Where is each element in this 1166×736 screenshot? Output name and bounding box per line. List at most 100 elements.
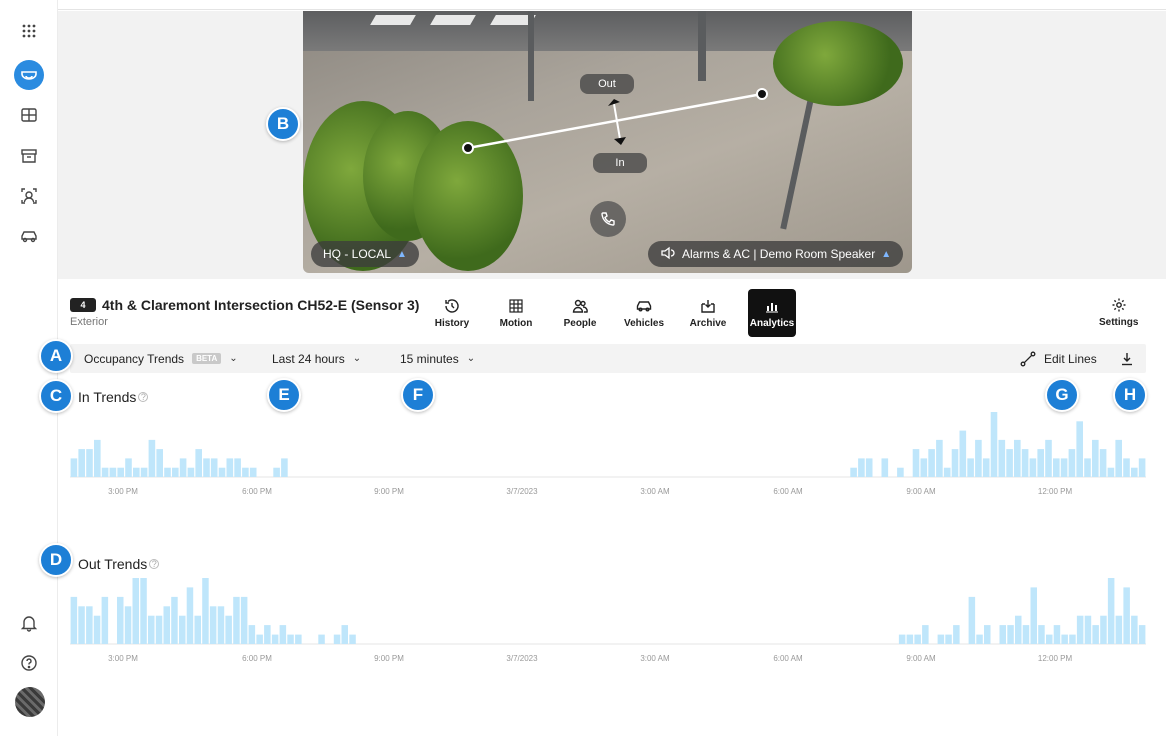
bar[interactable]: [937, 634, 945, 644]
bar[interactable]: [249, 467, 257, 477]
bar[interactable]: [897, 467, 904, 477]
bar[interactable]: [248, 625, 256, 644]
bar[interactable]: [256, 634, 263, 644]
bar[interactable]: [86, 606, 93, 644]
bar[interactable]: [1038, 625, 1045, 644]
bar[interactable]: [967, 458, 974, 477]
bar[interactable]: [1046, 634, 1053, 644]
bar[interactable]: [959, 430, 967, 477]
bar[interactable]: [93, 615, 101, 644]
bar[interactable]: [1084, 615, 1092, 644]
bar[interactable]: [163, 606, 171, 644]
bar[interactable]: [998, 439, 1006, 477]
bar[interactable]: [70, 458, 78, 477]
bar[interactable]: [218, 467, 226, 477]
bar[interactable]: [86, 449, 93, 477]
bar[interactable]: [148, 615, 155, 644]
bar[interactable]: [1022, 625, 1030, 644]
bar[interactable]: [1045, 439, 1052, 477]
bar[interactable]: [124, 606, 132, 644]
bar[interactable]: [132, 578, 140, 644]
bar[interactable]: [156, 449, 163, 477]
bar[interactable]: [264, 625, 271, 644]
bar[interactable]: [1007, 625, 1014, 644]
bar[interactable]: [225, 615, 232, 644]
bar[interactable]: [1084, 458, 1091, 477]
bar[interactable]: [1123, 458, 1130, 477]
bar[interactable]: [951, 449, 959, 477]
bar[interactable]: [982, 458, 990, 477]
bar[interactable]: [318, 634, 325, 644]
bar[interactable]: [865, 458, 873, 477]
bar[interactable]: [1138, 458, 1146, 477]
bar[interactable]: [209, 606, 217, 644]
bar[interactable]: [1100, 615, 1107, 644]
bar[interactable]: [898, 634, 906, 644]
bar[interactable]: [968, 596, 976, 644]
bar[interactable]: [1030, 587, 1038, 644]
bar[interactable]: [133, 467, 140, 477]
bar[interactable]: [273, 467, 280, 477]
bar[interactable]: [125, 458, 132, 477]
bar[interactable]: [171, 596, 178, 644]
bar[interactable]: [999, 625, 1007, 644]
bar[interactable]: [914, 634, 921, 644]
bar[interactable]: [936, 439, 943, 477]
bar[interactable]: [78, 449, 85, 477]
bar[interactable]: [1115, 439, 1122, 477]
bar[interactable]: [1115, 615, 1123, 644]
bar[interactable]: [1029, 458, 1037, 477]
bar[interactable]: [984, 625, 991, 644]
bar[interactable]: [203, 458, 210, 477]
bar[interactable]: [281, 458, 288, 477]
bar[interactable]: [279, 625, 287, 644]
bar[interactable]: [234, 458, 241, 477]
bar[interactable]: [1060, 458, 1068, 477]
bar[interactable]: [195, 449, 202, 477]
bar[interactable]: [1099, 449, 1107, 477]
bar[interactable]: [217, 606, 225, 644]
bar[interactable]: [179, 615, 186, 644]
bar[interactable]: [240, 596, 248, 644]
bar[interactable]: [140, 467, 148, 477]
bar[interactable]: [194, 615, 202, 644]
bar[interactable]: [70, 596, 78, 644]
bar[interactable]: [976, 634, 983, 644]
bar[interactable]: [233, 596, 240, 644]
bar[interactable]: [1123, 587, 1130, 644]
bar[interactable]: [1021, 449, 1029, 477]
bar[interactable]: [953, 625, 960, 644]
bar[interactable]: [1107, 578, 1115, 644]
bar[interactable]: [271, 634, 279, 644]
bar[interactable]: [172, 467, 179, 477]
bar[interactable]: [850, 467, 857, 477]
bar[interactable]: [179, 458, 187, 477]
bar[interactable]: [349, 634, 356, 644]
bar[interactable]: [210, 458, 218, 477]
bar[interactable]: [858, 458, 865, 477]
bar[interactable]: [78, 606, 85, 644]
bar[interactable]: [117, 467, 124, 477]
bar[interactable]: [1061, 634, 1068, 644]
bar[interactable]: [1092, 439, 1099, 477]
bar[interactable]: [1107, 467, 1115, 477]
bar[interactable]: [187, 467, 195, 477]
bar[interactable]: [1076, 421, 1083, 477]
bar[interactable]: [226, 458, 234, 477]
bar[interactable]: [912, 449, 920, 477]
bar[interactable]: [242, 467, 249, 477]
bar[interactable]: [164, 467, 171, 477]
bar[interactable]: [295, 634, 302, 644]
bar[interactable]: [1092, 625, 1099, 644]
bar[interactable]: [1037, 449, 1044, 477]
bar[interactable]: [975, 439, 982, 477]
bar[interactable]: [155, 615, 163, 644]
bar[interactable]: [928, 449, 935, 477]
bar[interactable]: [1006, 449, 1013, 477]
bar[interactable]: [1138, 625, 1146, 644]
bar[interactable]: [341, 625, 349, 644]
bar[interactable]: [990, 412, 998, 477]
bar[interactable]: [1131, 615, 1138, 644]
bar[interactable]: [1076, 615, 1084, 644]
bar[interactable]: [109, 467, 117, 477]
